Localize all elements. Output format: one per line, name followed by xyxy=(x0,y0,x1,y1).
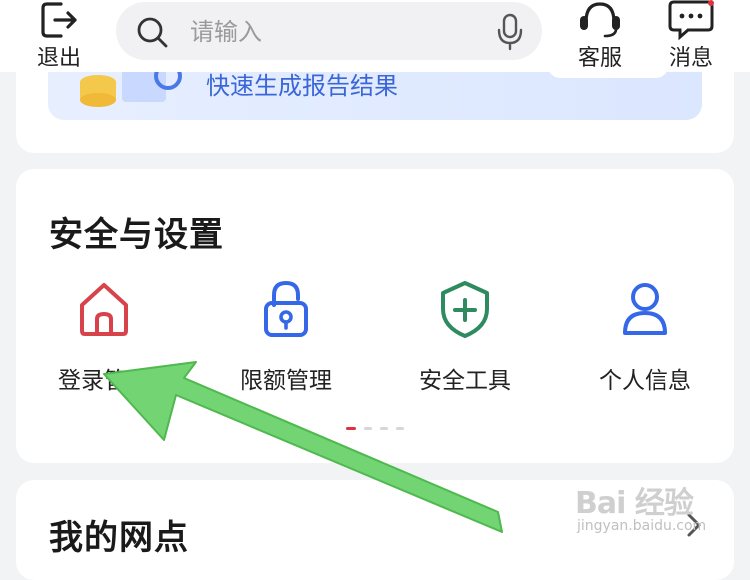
page-dot-active xyxy=(346,427,356,430)
section-title: 安全与设置 xyxy=(49,215,224,255)
messages-label: 消息 xyxy=(668,46,713,71)
home-icon xyxy=(80,283,128,336)
watermark-main: Bai 经验 xyxy=(575,486,694,521)
limit-management-item[interactable]: 限额管理 xyxy=(206,279,366,399)
limit-management-label: 限额管理 xyxy=(240,368,332,394)
report-banner[interactable]: 快速生成报告结果 xyxy=(48,70,702,120)
security-settings-card: 安全与设置 登录管理 限额管理 安全工具 个人信息 xyxy=(16,169,734,463)
page-indicator xyxy=(16,427,734,430)
section-title: 我的网点 xyxy=(49,518,189,558)
page-dot xyxy=(364,427,372,430)
login-management-item[interactable]: 登录管理 xyxy=(24,279,184,399)
shield-plus-icon xyxy=(441,281,489,338)
messages-button[interactable]: 消息 xyxy=(656,0,726,72)
page-dot xyxy=(380,427,388,430)
watermark-url: jingyan.baidu.com xyxy=(577,518,707,534)
search-icon xyxy=(137,17,168,48)
banner-text: 快速生成报告结果 xyxy=(206,72,398,100)
customer-service-label: 客服 xyxy=(577,46,622,71)
lock-icon xyxy=(264,280,308,337)
headset-icon xyxy=(580,2,620,38)
top-bar: 退出 客服 消息 xyxy=(0,0,750,72)
coin-stack-icon xyxy=(80,70,182,107)
user-icon xyxy=(623,283,667,335)
logout-icon xyxy=(41,2,77,38)
message-icon xyxy=(668,0,714,40)
personal-info-item[interactable]: 个人信息 xyxy=(565,279,725,399)
login-management-label: 登录管理 xyxy=(58,368,150,394)
search-input[interactable] xyxy=(188,12,492,52)
microphone-icon[interactable] xyxy=(496,13,524,51)
page-dot xyxy=(396,427,404,430)
logout-label: 退出 xyxy=(36,46,81,71)
security-tools-item[interactable]: 安全工具 xyxy=(385,279,545,399)
personal-info-label: 个人信息 xyxy=(599,368,691,394)
customer-service-button[interactable]: 客服 xyxy=(565,0,635,72)
logout-button[interactable]: 退出 xyxy=(24,0,94,72)
search-bar[interactable] xyxy=(116,2,542,60)
watermark: Bai 经验 jingyan.baidu.com xyxy=(575,478,735,538)
security-tools-label: 安全工具 xyxy=(419,368,511,394)
